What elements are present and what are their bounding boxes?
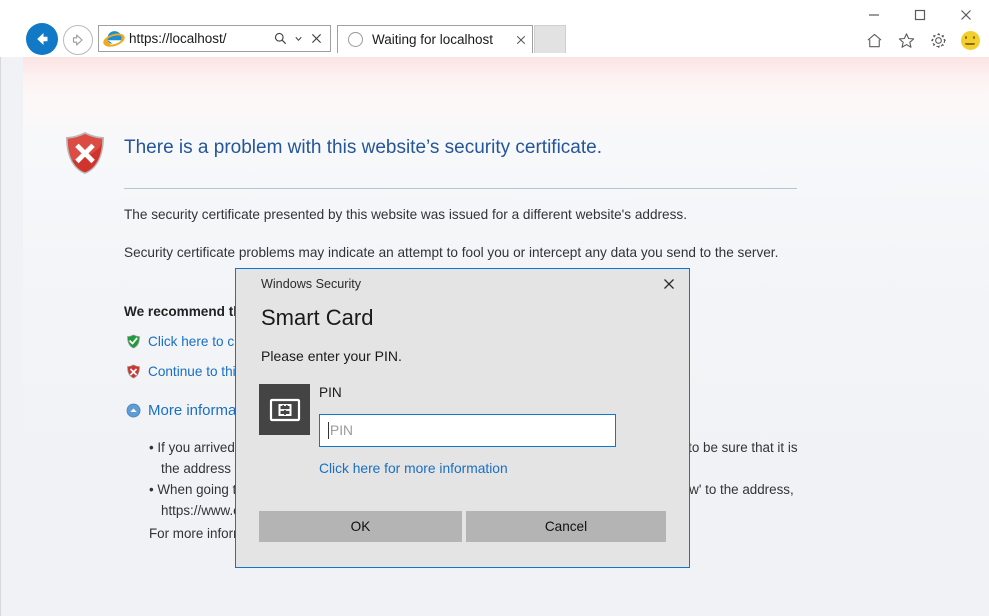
address-bar-icons bbox=[272, 29, 324, 49]
divider bbox=[124, 188, 797, 189]
dialog-titlebar: Windows Security bbox=[236, 269, 689, 301]
browser-window: https://localhost/ Waiting for localhost bbox=[0, 0, 989, 616]
cancel-button[interactable]: Cancel bbox=[466, 511, 666, 542]
arrow-right-icon bbox=[69, 31, 87, 49]
tab-title: Waiting for localhost bbox=[372, 32, 510, 47]
dialog-close-button[interactable] bbox=[649, 269, 689, 299]
dialog-heading: Smart Card bbox=[261, 305, 373, 331]
forward-button[interactable] bbox=[63, 25, 93, 55]
home-icon[interactable] bbox=[863, 29, 885, 51]
search-icon[interactable] bbox=[272, 29, 288, 49]
back-button[interactable] bbox=[26, 23, 58, 55]
chevron-up-circle-icon bbox=[126, 403, 141, 418]
browser-tab[interactable]: Waiting for localhost bbox=[337, 25, 533, 53]
paragraph-certificate-warning: Security certificate problems may indica… bbox=[124, 242, 784, 263]
tab-close-icon[interactable] bbox=[510, 35, 532, 45]
shield-ok-icon bbox=[126, 334, 141, 349]
dialog-titlebar-label: Windows Security bbox=[261, 277, 361, 291]
window-controls bbox=[851, 0, 989, 30]
new-tab-button[interactable] bbox=[534, 25, 566, 53]
maximize-button[interactable] bbox=[897, 0, 943, 30]
shield-error-icon bbox=[126, 364, 141, 379]
minimize-button[interactable] bbox=[851, 0, 897, 30]
paragraph-certificate-mismatch: The security certificate presented by th… bbox=[124, 204, 824, 225]
pin-placeholder: PIN bbox=[330, 423, 353, 438]
window-chrome: https://localhost/ Waiting for localhost bbox=[0, 0, 989, 57]
dialog-subtitle: Please enter your PIN. bbox=[261, 348, 402, 364]
arrow-left-icon bbox=[32, 29, 52, 49]
star-icon[interactable] bbox=[895, 29, 917, 51]
address-text: https://localhost/ bbox=[129, 31, 272, 46]
text-caret bbox=[328, 422, 329, 439]
internet-explorer-icon bbox=[103, 28, 125, 50]
close-button[interactable] bbox=[943, 0, 989, 30]
page-title: There is a problem with this website’s s… bbox=[124, 137, 602, 159]
close-icon bbox=[663, 278, 675, 290]
stop-loading-icon[interactable] bbox=[308, 29, 324, 49]
smiley-icon[interactable] bbox=[959, 29, 981, 51]
chevron-down-icon[interactable] bbox=[290, 29, 306, 49]
gear-icon[interactable] bbox=[927, 29, 949, 51]
dialog-more-information-link[interactable]: Click here for more information bbox=[319, 461, 508, 476]
command-bar bbox=[863, 29, 981, 51]
smart-card-icon bbox=[259, 384, 310, 435]
ok-button[interactable]: OK bbox=[259, 511, 462, 542]
shield-error-icon bbox=[61, 129, 109, 177]
address-bar[interactable]: https://localhost/ bbox=[98, 25, 331, 52]
loading-spinner-icon bbox=[348, 32, 363, 47]
pin-input[interactable]: PIN bbox=[319, 414, 616, 447]
pin-field-label: PIN bbox=[319, 385, 342, 400]
